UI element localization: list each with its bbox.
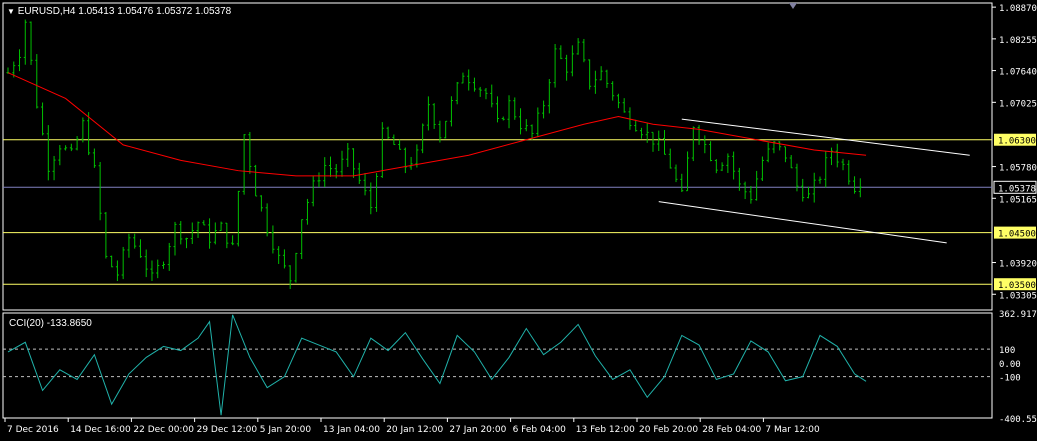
price-axis-label: 1.07025 bbox=[999, 99, 1037, 109]
ohlc-values: 1.05413 1.05476 1.05372 1.05378 bbox=[78, 6, 232, 17]
cci-axis-label: 100 bbox=[999, 346, 1015, 356]
time-axis-label: 13 Feb 12:00 bbox=[576, 425, 635, 435]
price-axis-label: 1.03305 bbox=[999, 291, 1037, 301]
time-axis-label: 20 Feb 20:00 bbox=[639, 425, 698, 435]
time-axis-label: 27 Jan 20:00 bbox=[449, 425, 506, 435]
price-axis-label: 1.05780 bbox=[999, 164, 1037, 174]
current-price-label: 1.05378 bbox=[998, 184, 1036, 194]
indicator-label: CCI(20) -133.8650 bbox=[9, 318, 92, 329]
cci-axis-label: -100 bbox=[999, 374, 1021, 384]
symbol-label: EURUSD,H4 bbox=[17, 6, 76, 17]
time-axis-label: 13 Jan 04:00 bbox=[323, 425, 380, 435]
price-level-badge-label: 1.03500 bbox=[998, 281, 1036, 291]
time-axis-label: 7 Dec 2016 bbox=[7, 425, 59, 435]
chart-canvas[interactable]: 1.08870 1.08255 1.07640 1.07025 1.05780 1.051… bbox=[0, 0, 1037, 441]
time-axis-label: 14 Dec 16:00 bbox=[70, 425, 131, 435]
time-axis-label: 5 Jan 20:00 bbox=[260, 425, 312, 435]
time-axis-label: 29 Dec 12:00 bbox=[197, 425, 258, 435]
time-axis-label: 22 Dec 00:00 bbox=[133, 425, 194, 435]
time-axis-label: 6 Feb 04:00 bbox=[513, 425, 567, 435]
chart-background bbox=[0, 0, 1037, 441]
price-axis-label: 1.07640 bbox=[999, 68, 1037, 78]
chart-header: ▼ EURUSD,H4 1.05413 1.05476 1.05372 1.05… bbox=[7, 6, 231, 17]
time-axis-label: 20 Jan 12:00 bbox=[386, 425, 443, 435]
cci-axis-label: 362.9172 bbox=[999, 310, 1037, 320]
cci-axis-label: 0.00 bbox=[999, 360, 1021, 370]
price-axis-label: 1.03920 bbox=[999, 260, 1037, 270]
cci-axis-label: -400.5553 bbox=[999, 415, 1037, 425]
price-axis-label: 1.08870 bbox=[999, 4, 1037, 14]
price-level-badge-label: 1.06300 bbox=[998, 137, 1036, 147]
price-axis-label: 1.08255 bbox=[999, 36, 1037, 46]
price-level-badge-label: 1.04500 bbox=[998, 230, 1036, 240]
triangle-down-icon[interactable]: ▼ bbox=[7, 7, 15, 16]
price-axis-label: 1.05165 bbox=[999, 195, 1037, 205]
time-axis-label: 7 Mar 12:00 bbox=[765, 425, 820, 435]
time-axis-label: 28 Feb 04:00 bbox=[702, 425, 761, 435]
